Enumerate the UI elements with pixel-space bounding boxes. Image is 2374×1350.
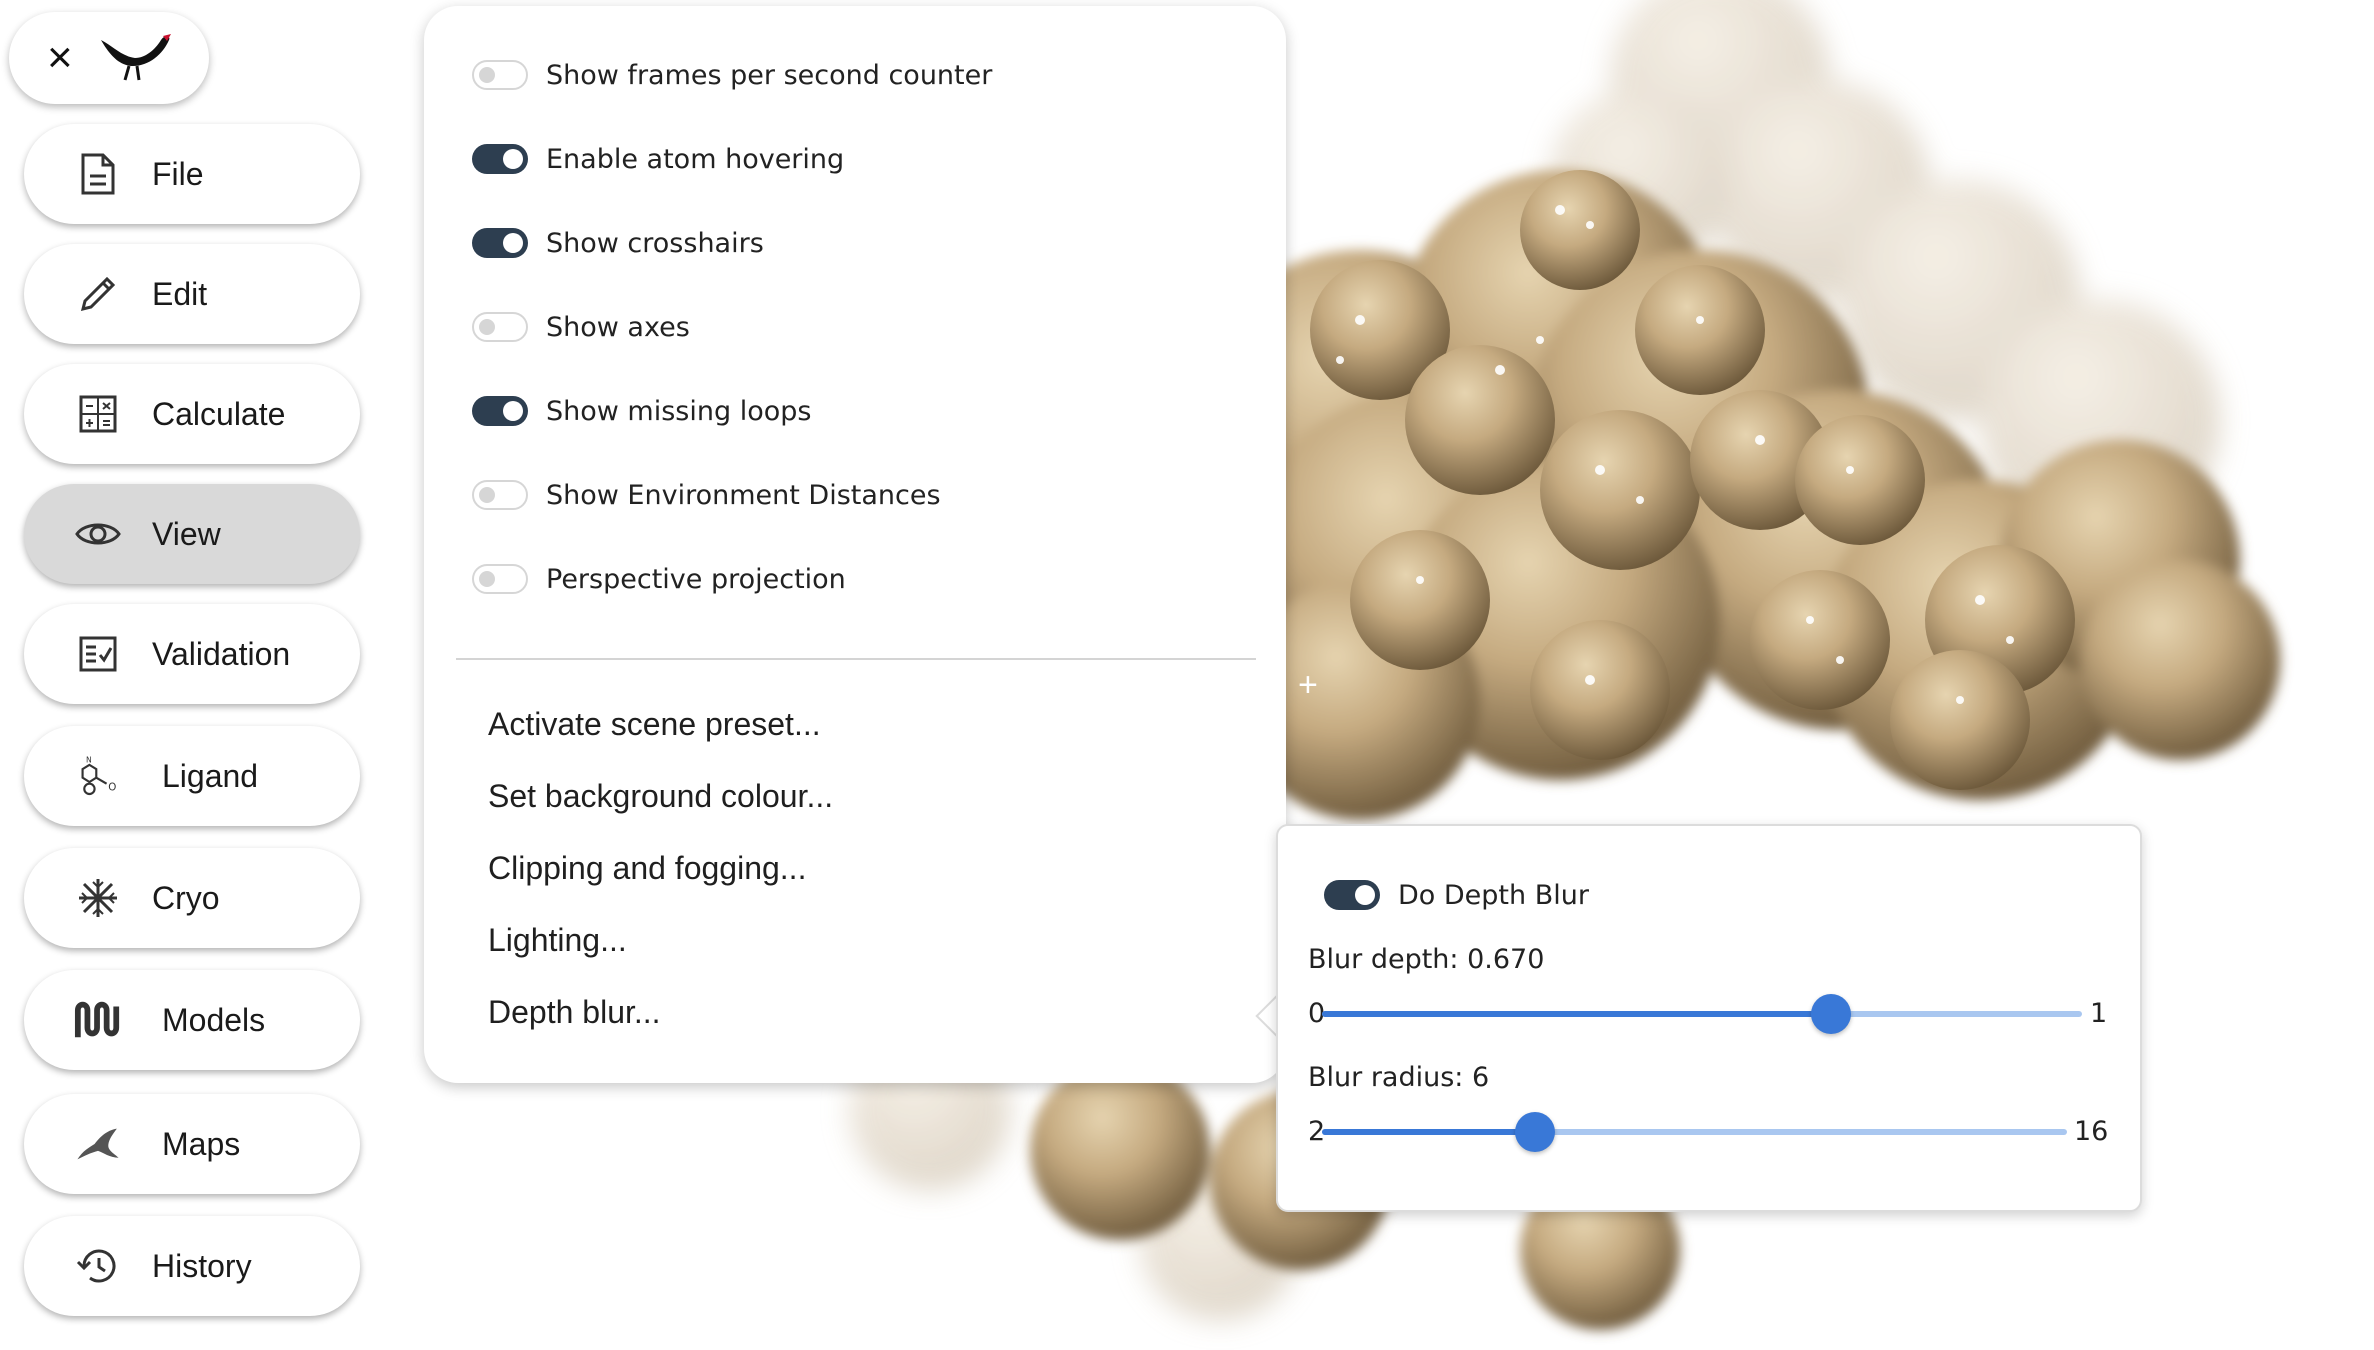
view-menu-panel: Show frames per second counter Enable at… [424, 6, 1286, 1083]
toggle-label: Show crosshairs [546, 227, 764, 259]
toggle-axes[interactable]: Show axes [472, 302, 690, 352]
blur-radius-label: Blur radius: 6 [1308, 1062, 1490, 1093]
maps-icon [74, 1120, 122, 1168]
sidebar-item-cryo[interactable]: Cryo [24, 848, 360, 948]
toggle-label: Enable atom hovering [546, 143, 845, 175]
slider-fill [1322, 1011, 1832, 1017]
toggle-atom-hovering[interactable]: Enable atom hovering [472, 134, 844, 184]
calculator-icon [74, 390, 122, 438]
history-icon [74, 1242, 122, 1290]
menu-item-depth-blur[interactable]: Depth blur... [488, 994, 661, 1031]
blur-radius-max-label: 16 [2074, 1116, 2109, 1147]
sidebar-item-label: View [152, 515, 221, 552]
blur-radius-slider[interactable] [1322, 1108, 2067, 1156]
sidebar-item-label: Ligand [162, 757, 259, 794]
toggle-perspective-projection[interactable]: Perspective projection [472, 554, 846, 604]
toggle-environment-distances[interactable]: Show Environment Distances [472, 470, 941, 520]
sidebar-item-maps[interactable]: Maps [24, 1094, 360, 1194]
menu-divider [456, 658, 1256, 660]
sidebar-item-models[interactable]: Models [24, 970, 360, 1070]
toggle-switch[interactable] [472, 564, 528, 594]
slider-thumb[interactable] [1811, 994, 1852, 1034]
menu-item-lighting[interactable]: Lighting... [488, 922, 627, 959]
sidebar-item-label: Models [162, 1001, 266, 1038]
snowflake-icon [74, 874, 122, 922]
toggle-switch[interactable] [472, 60, 528, 90]
eye-icon [74, 510, 122, 558]
sidebar-item-label: File [152, 155, 204, 192]
toggle-switch[interactable] [472, 312, 528, 342]
logo-close-button[interactable]: × [9, 12, 209, 104]
toggle-crosshairs[interactable]: Show crosshairs [472, 218, 764, 268]
svg-text:O: O [108, 782, 116, 794]
toggle-switch[interactable] [472, 480, 528, 510]
sidebar-item-edit[interactable]: Edit [24, 244, 360, 344]
checklist-icon [74, 630, 122, 678]
blur-depth-label: Blur depth: 0.670 [1308, 944, 1545, 975]
molecule-icon: ON [74, 752, 122, 800]
toggle-missing-loops[interactable]: Show missing loops [472, 386, 811, 436]
menu-item-clipping-fogging[interactable]: Clipping and fogging... [488, 850, 806, 887]
sidebar-item-label: Cryo [152, 879, 220, 916]
sidebar-item-label: Validation [152, 635, 291, 672]
menu-item-scene-preset[interactable]: Activate scene preset... [488, 706, 821, 743]
toggle-do-depth-blur[interactable]: Do Depth Blur [1324, 870, 1589, 920]
models-icon [74, 996, 122, 1044]
sidebar-item-label: Edit [152, 275, 208, 312]
toggle-switch[interactable] [1324, 880, 1380, 910]
toggle-switch[interactable] [472, 396, 528, 426]
close-icon[interactable]: × [47, 36, 73, 80]
slider-thumb[interactable] [1514, 1112, 1555, 1152]
toggle-label: Do Depth Blur [1398, 879, 1589, 911]
toggle-label: Perspective projection [546, 563, 846, 595]
menu-item-background-colour[interactable]: Set background colour... [488, 778, 833, 815]
sidebar-item-label: Maps [162, 1125, 241, 1162]
svg-text:N: N [86, 755, 92, 764]
file-icon [74, 150, 122, 198]
toggle-label: Show Environment Distances [546, 479, 941, 511]
sidebar-item-label: Calculate [152, 395, 286, 432]
sidebar-item-history[interactable]: History [24, 1216, 360, 1316]
pencil-icon [74, 270, 122, 318]
toggle-label: Show axes [546, 311, 690, 343]
toggle-label: Show missing loops [546, 395, 812, 427]
slider-fill [1322, 1129, 1535, 1135]
sidebar-item-calculate[interactable]: Calculate [24, 364, 360, 464]
blur-depth-max-label: 1 [2090, 998, 2108, 1029]
sidebar-item-label: History [152, 1247, 252, 1284]
crosshair-icon: + [1298, 666, 1318, 704]
depth-blur-panel: Do Depth Blur Blur depth: 0.670 0 1 Blur… [1276, 824, 2142, 1212]
toggle-fps-counter[interactable]: Show frames per second counter [472, 50, 992, 100]
blur-depth-slider[interactable] [1322, 990, 2082, 1038]
sidebar-item-view[interactable]: View [24, 484, 360, 584]
sidebar-item-validation[interactable]: Validation [24, 604, 360, 704]
sidebar-item-ligand[interactable]: ON Ligand [24, 726, 360, 826]
toggle-switch[interactable] [472, 144, 528, 174]
toggle-label: Show frames per second counter [546, 59, 993, 91]
toggle-switch[interactable] [472, 228, 528, 258]
bird-logo-icon [99, 30, 173, 87]
sidebar-item-file[interactable]: File [24, 124, 360, 224]
